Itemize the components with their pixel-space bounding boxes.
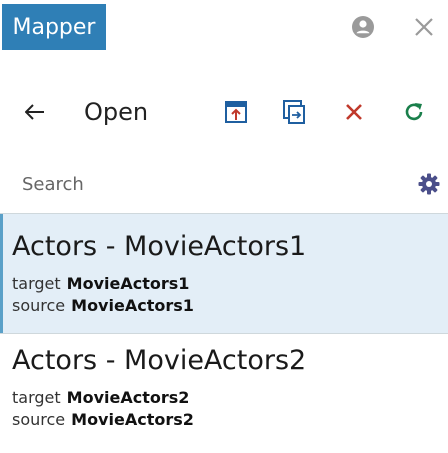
copy-window-icon — [283, 100, 305, 124]
target-label: target — [12, 388, 61, 407]
import-mapping-button[interactable] — [221, 90, 251, 134]
mapping-list: Actors - MovieActors1 target MovieActors1… — [0, 213, 448, 453]
list-item[interactable]: Actors - MovieActors1 target MovieActors1… — [0, 214, 448, 333]
copy-mapping-button[interactable] — [279, 90, 309, 134]
target-value: MovieActors2 — [66, 388, 190, 407]
target-value: MovieActors1 — [66, 274, 190, 293]
open-button[interactable]: Open — [84, 90, 148, 134]
window-import-icon — [225, 101, 247, 123]
target-label: target — [12, 274, 61, 293]
app-title: Mapper — [12, 14, 96, 40]
user-icon[interactable] — [352, 16, 374, 38]
gear-icon — [418, 173, 440, 195]
mapping-title: Actors - MovieActors2 — [12, 345, 307, 376]
close-red-icon — [346, 104, 362, 120]
refresh-button[interactable] — [399, 90, 429, 134]
source-label: source — [12, 410, 66, 429]
source-label: source — [12, 296, 66, 315]
app-title-tab[interactable]: Mapper — [2, 4, 106, 50]
search-input[interactable] — [22, 168, 402, 200]
refresh-icon — [405, 103, 423, 121]
close-window-icon[interactable] — [413, 16, 435, 38]
source-value: MovieActors1 — [71, 296, 194, 315]
list-item[interactable]: Actors - MovieActors2 target MovieActors2… — [0, 334, 448, 453]
toolbar: Open — [0, 90, 448, 134]
mapping-title: Actors - MovieActors1 — [12, 231, 307, 262]
back-button[interactable] — [20, 90, 50, 134]
source-value: MovieActors2 — [71, 410, 194, 429]
search-row — [0, 168, 448, 200]
arrow-left-icon — [25, 104, 44, 120]
delete-button[interactable] — [339, 90, 369, 134]
settings-gear-button[interactable] — [417, 172, 441, 196]
